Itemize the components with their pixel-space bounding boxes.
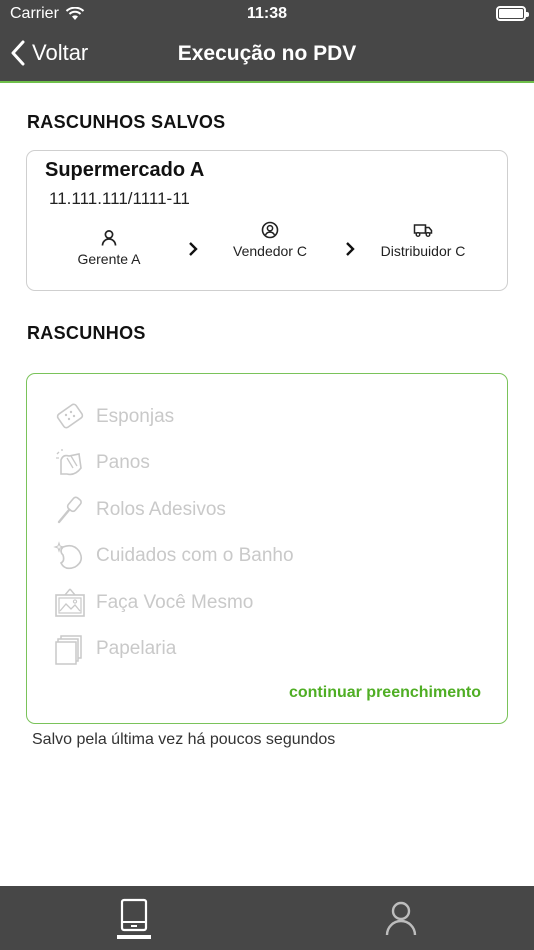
- chevron-right-icon: [346, 242, 355, 256]
- truck-icon: [413, 224, 433, 237]
- saved-drafts-heading: RASCUNHOS SALVOS: [27, 112, 226, 132]
- step-label: Gerente A: [77, 251, 141, 267]
- category-label: Papelaria: [96, 638, 177, 659]
- category-lint-rollers: Rolos Adesivos: [52, 490, 226, 530]
- user-circle-icon: [261, 221, 279, 239]
- chevron-right-icon: [189, 242, 198, 256]
- drafts-heading: RASCUNHOS: [27, 323, 146, 343]
- step-label: Distribuidor C: [380, 243, 466, 259]
- battery-icon: [496, 6, 529, 21]
- saved-draft-card[interactable]: Supermercado A 11.111.111/1111-11 Gerent…: [26, 150, 508, 291]
- step-seller: Vendedor C: [210, 221, 330, 260]
- tablet-icon: [120, 898, 147, 932]
- cloth-icon: [52, 445, 88, 481]
- category-label: Cuidados com o Banho: [96, 545, 294, 566]
- category-label: Rolos Adesivos: [96, 499, 226, 520]
- step-label: Vendedor C: [233, 243, 307, 259]
- step-distributor: Distribuidor C: [363, 221, 483, 260]
- stationery-icon: [52, 631, 88, 667]
- continue-filling-button[interactable]: continuar preenchimento: [289, 684, 481, 702]
- tab-profile[interactable]: [267, 886, 534, 950]
- step-manager: Gerente A: [49, 229, 169, 268]
- drafts-card: Esponjas Panos Rolos Adesivos Cuidados c…: [26, 373, 508, 724]
- category-label: Panos: [96, 452, 150, 473]
- page-title: Execução no PDV: [177, 42, 357, 65]
- active-tab-indicator: [117, 935, 151, 939]
- category-cloths: Panos: [52, 443, 150, 483]
- tab-bar: [0, 886, 534, 950]
- category-bath-care: Cuidados com o Banho: [52, 536, 294, 576]
- category-stationery: Papelaria: [52, 629, 176, 669]
- category-label: Faça Você Mesmo: [96, 592, 254, 613]
- lint-roller-icon: [52, 492, 88, 528]
- person-icon: [101, 230, 117, 246]
- store-name: Supermercado A: [45, 159, 205, 181]
- category-label: Esponjas: [96, 406, 175, 427]
- last-saved-note: Salvo pela última vez há poucos segundos: [32, 731, 336, 748]
- diy-frame-icon: [52, 585, 88, 621]
- tab-execution[interactable]: [0, 886, 267, 950]
- store-cnpj: 11.111.111/1111-11: [49, 189, 190, 208]
- category-diy: Faça Você Mesmo: [52, 583, 253, 623]
- navigation-bar: Voltar Execução no PDV: [0, 28, 534, 83]
- sponge-icon: [52, 399, 88, 435]
- profile-icon: [385, 901, 416, 936]
- category-sponges: Esponjas: [52, 397, 174, 437]
- bath-care-icon: [52, 538, 88, 574]
- clock: 11:38: [246, 5, 288, 22]
- status-bar: Carrier 11:38: [0, 0, 534, 28]
